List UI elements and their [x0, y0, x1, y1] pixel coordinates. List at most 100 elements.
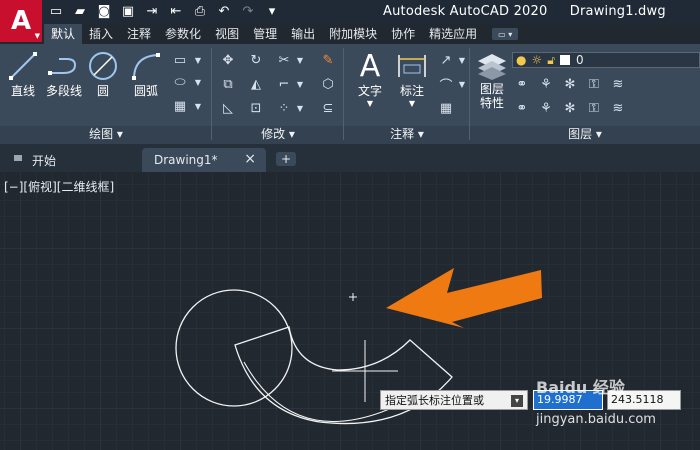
bulb-on-icon: ● — [516, 53, 527, 67]
layer-dropdown[interactable]: ● ☼ 🔓︎ 0 — [512, 52, 700, 68]
add-tab-button[interactable]: + — [276, 152, 296, 166]
stretch-icon[interactable]: ◺ — [220, 100, 236, 116]
circle-tool-label: 圆 — [96, 84, 109, 98]
document-tab-bar: 开始 Drawing1* × + — [0, 144, 700, 172]
document-name: Drawing1.dwg — [569, 4, 666, 19]
ribbon: 直线 多段线 圆 圆弧 ▭ ▼ ⬭ ▼ ▦ ▼ 绘图 ▾ ✥ ↻ ✂ ▼ ✎ ⧉… — [0, 44, 700, 144]
open-folder-icon[interactable]: ▰ — [72, 3, 88, 19]
tab-start-label: 开始 — [32, 153, 57, 168]
ribbon-tab-bar: 默认 插入 注释 参数化 视图 管理 输出 附加模块 协作 精选应用 ▭ ▾ — [44, 24, 519, 44]
tab-featured-apps[interactable]: 精选应用 — [422, 24, 484, 44]
table-icon[interactable]: ▦ — [438, 100, 454, 116]
import-icon[interactable]: ⇥ — [144, 3, 160, 19]
layer-stack-icon — [476, 50, 508, 82]
redo-icon[interactable]: ↷ — [240, 3, 256, 19]
polyline-icon — [47, 50, 81, 82]
chevron-down-icon[interactable]: ▼ — [292, 100, 308, 116]
chevron-down-icon[interactable]: ▼ — [190, 98, 206, 114]
tab-collaborate[interactable]: 协作 — [384, 24, 422, 44]
layer-lock-icon[interactable]: ⚿ — [586, 76, 602, 92]
chevron-down-icon[interactable]: ▼ — [190, 52, 206, 68]
layer-freeze-icon[interactable]: ✻ — [562, 76, 578, 92]
copy-icon[interactable]: ⧉ — [220, 76, 236, 92]
circle-tool[interactable]: 圆 — [86, 50, 120, 99]
tab-view[interactable]: 视图 — [208, 24, 246, 44]
dimension-tool[interactable]: 标注 ▼ — [394, 50, 430, 108]
tab-output[interactable]: 输出 — [284, 24, 322, 44]
print-icon[interactable]: ⎙ — [192, 3, 208, 19]
mirror-icon[interactable]: ◭ — [248, 76, 264, 92]
leader-icon[interactable]: ↗ — [438, 52, 454, 68]
rotate-icon[interactable]: ↻ — [248, 52, 264, 68]
sun-icon: ☼ — [531, 53, 543, 67]
modify-panel-title[interactable]: 修改 ▾ — [212, 125, 344, 142]
layer-on-icon[interactable]: ⚭ — [514, 100, 530, 116]
dimension-icon — [396, 50, 428, 82]
explode-icon[interactable]: ⬡ — [320, 76, 336, 92]
viewport-controls[interactable]: [−][俯视][二维线框] — [4, 178, 114, 195]
new-file-icon[interactable]: ▭ — [48, 3, 64, 19]
undo-icon[interactable]: ↶ — [216, 3, 232, 19]
move-icon[interactable]: ✥ — [220, 52, 236, 68]
layer-walk-icon[interactable]: ≋ — [610, 100, 626, 116]
layer-unlock-icon[interactable]: ⚿ — [586, 100, 602, 116]
rectangle-icon[interactable]: ▭ — [172, 52, 188, 68]
tab-drawing1-label: Drawing1* — [154, 153, 218, 167]
text-tool[interactable]: A 文字 ▼ — [352, 48, 388, 109]
arc-length-icon[interactable]: ⌒ — [438, 76, 454, 94]
tab-start[interactable]: 开始 — [20, 148, 142, 172]
annotation-panel-title[interactable]: 注释 ▾ — [344, 125, 470, 142]
tab-annotate[interactable]: 注释 — [120, 24, 158, 44]
line-tool-label: 直线 — [10, 84, 35, 98]
export-icon[interactable]: ⇤ — [168, 3, 184, 19]
chevron-down-icon[interactable]: ▼ — [454, 52, 470, 68]
save-icon[interactable]: ◙ — [96, 3, 112, 19]
layer-isolate-icon[interactable]: ⚘ — [538, 76, 554, 92]
chevron-down-icon[interactable]: ▼ — [292, 76, 308, 92]
draw-panel: 直线 多段线 圆 圆弧 ▭ ▼ ⬭ ▼ ▦ ▼ 绘图 ▾ — [0, 44, 212, 144]
ribbon-minimize-icon[interactable]: ▭ ▾ — [492, 28, 519, 40]
circle-icon — [87, 50, 119, 82]
hatch-icon[interactable]: ▦ — [172, 98, 188, 114]
chevron-down-icon[interactable]: ▼ — [292, 52, 308, 68]
chevron-down-icon[interactable]: ▼ — [454, 76, 470, 92]
layers-panel-title[interactable]: 图层 ▾ — [470, 125, 700, 142]
text-icon: A — [359, 48, 381, 84]
dropdown-icon[interactable]: ▾ — [511, 395, 523, 407]
layer-properties-tool[interactable]: 图层 特性 — [474, 50, 510, 110]
layer-properties-label: 图层 特性 — [479, 82, 504, 110]
chevron-down-icon: ▼ — [34, 32, 40, 40]
array-icon[interactable]: ⁘ — [276, 100, 292, 116]
trim-icon[interactable]: ✂ — [276, 52, 292, 68]
arc-icon — [129, 50, 163, 82]
app-logo: A — [10, 6, 32, 36]
layer-thaw-icon[interactable]: ✻ — [562, 100, 578, 116]
tab-default[interactable]: 默认 — [44, 24, 83, 44]
layers-panel: 图层 特性 ● ☼ 🔓︎ 0 ⚭ ⚘ ✻ ⚿ ≋ ⚭ ⚘ ✻ ⚿ ≋ 图层 ▾ — [470, 44, 700, 144]
layer-off-icon[interactable]: ⚭ — [514, 76, 530, 92]
tab-parametric[interactable]: 参数化 — [158, 24, 208, 44]
layer-unisolate-icon[interactable]: ⚘ — [538, 100, 554, 116]
title-bar: A ▼ ▭ ▰ ◙ ▣ ⇥ ⇤ ⎙ ↶ ↷ ▾ Autodesk AutoCAD… — [0, 0, 700, 42]
chevron-down-icon[interactable]: ▼ — [190, 74, 206, 90]
arc-tool-label: 圆弧 — [133, 84, 158, 98]
tab-drawing1[interactable]: Drawing1* × — [142, 148, 266, 172]
polyline-tool[interactable]: 多段线 — [44, 50, 84, 99]
save-as-icon[interactable]: ▣ — [120, 3, 136, 19]
customize-qat-icon[interactable]: ▾ — [264, 3, 280, 19]
close-icon[interactable]: × — [244, 151, 256, 167]
layer-match-icon[interactable]: ≋ — [610, 76, 626, 92]
app-menu-button[interactable]: A ▼ — [0, 0, 42, 42]
fillet-icon[interactable]: ⌐ — [276, 76, 292, 92]
line-tool[interactable]: 直线 — [6, 50, 40, 99]
tab-insert[interactable]: 插入 — [82, 24, 120, 44]
ellipse-icon[interactable]: ⬭ — [172, 74, 188, 90]
scale-icon[interactable]: ⊡ — [248, 100, 264, 116]
tab-manage[interactable]: 管理 — [246, 24, 284, 44]
dimension-tool-label: 标注 — [399, 84, 424, 98]
draw-panel-title[interactable]: 绘图 ▾ — [0, 125, 212, 142]
erase-icon[interactable]: ✎ — [320, 52, 336, 68]
arc-tool[interactable]: 圆弧 — [126, 50, 166, 99]
offset-icon[interactable]: ⊆ — [320, 100, 336, 116]
tab-addins[interactable]: 附加模块 — [322, 24, 384, 44]
